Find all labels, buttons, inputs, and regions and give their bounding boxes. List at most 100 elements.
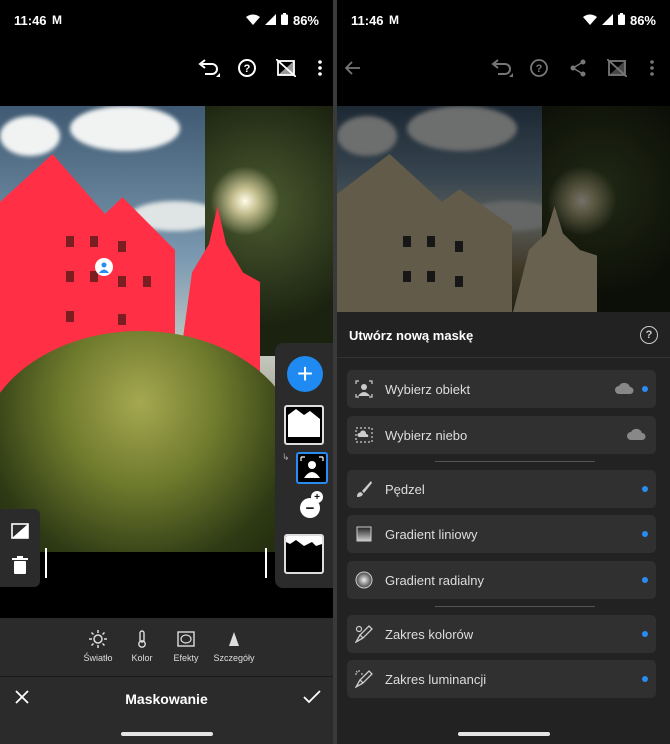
battery-percent: 86% xyxy=(629,13,656,28)
sun-icon xyxy=(75,628,121,650)
add-mask-button[interactable]: + xyxy=(287,356,323,392)
luminance-range-icon xyxy=(353,668,375,690)
tab-effects[interactable]: Efekty xyxy=(163,628,209,663)
mask-thumbnail-2[interactable] xyxy=(284,534,324,574)
more-icon[interactable] xyxy=(306,54,333,82)
svg-text:?: ? xyxy=(244,63,251,75)
status-icons: 86% xyxy=(245,13,319,28)
wifi-icon xyxy=(245,13,260,28)
gmail-icon: M xyxy=(389,13,399,27)
brush-icon xyxy=(353,478,375,500)
create-mask-sheet: Utwórz nową maskę ? Wybierz obiekt Wybie… xyxy=(337,312,670,744)
option-label: Zakres luminancji xyxy=(385,672,487,687)
battery-percent: 86% xyxy=(292,13,319,28)
trash-icon[interactable] xyxy=(9,554,31,576)
signal-icon xyxy=(264,13,276,28)
plus-icon: + xyxy=(296,358,314,389)
adjustment-tabs: Światło Kolor Efekty Szczegóły xyxy=(0,618,333,676)
top-toolbar: ? xyxy=(0,42,333,106)
tab-color[interactable]: Kolor xyxy=(119,628,165,663)
radial-gradient-icon xyxy=(353,569,375,591)
plus-small-icon: + xyxy=(314,491,320,503)
cloud-icon xyxy=(626,427,646,446)
mask-overlay-toggle-icon[interactable] xyxy=(9,520,31,542)
compare-off-icon[interactable] xyxy=(272,54,300,82)
compare-off-icon[interactable] xyxy=(603,54,631,82)
sublayer-arrow-icon: ↳ xyxy=(282,452,290,462)
new-indicator-dot xyxy=(642,386,648,392)
crop-handle-right[interactable] xyxy=(265,548,267,578)
battery-icon xyxy=(280,13,288,28)
tab-effects-label: Efekty xyxy=(173,653,199,663)
cloud-icon xyxy=(614,381,634,400)
new-indicator-dot xyxy=(642,676,648,682)
option-label: Zakres kolorów xyxy=(385,627,474,642)
linear-gradient-icon xyxy=(353,523,375,545)
gesture-nav-bar[interactable] xyxy=(120,732,213,736)
right-screen: 11:46 M 86% ? Utwórz nową maskę ? Wybier… xyxy=(337,0,670,744)
option-select-sky[interactable]: Wybierz niebo xyxy=(347,416,656,454)
option-linear-gradient[interactable]: Gradient liniowy xyxy=(347,515,656,553)
top-toolbar: ? xyxy=(337,42,670,106)
checkmark-icon[interactable] xyxy=(303,689,321,710)
triangle-icon xyxy=(211,628,257,650)
help-icon[interactable]: ? xyxy=(525,54,553,82)
share-icon[interactable] xyxy=(564,54,592,82)
new-indicator-dot xyxy=(642,531,648,537)
status-time: 11:46 xyxy=(14,13,47,28)
new-indicator-dot xyxy=(642,577,648,583)
vignette-icon xyxy=(163,628,209,650)
tab-color-label: Kolor xyxy=(131,653,153,663)
photo-canvas[interactable] xyxy=(337,106,670,312)
option-label: Pędzel xyxy=(385,482,425,497)
mask-component-select-subject[interactable] xyxy=(296,452,328,484)
status-bar: 11:46 M 86% xyxy=(337,0,670,42)
tab-detail-label: Szczegóły xyxy=(213,653,255,663)
option-select-subject[interactable]: Wybierz obiekt xyxy=(347,370,656,408)
add-submask-button[interactable]: + xyxy=(311,491,323,503)
section-divider xyxy=(435,461,595,462)
color-range-icon xyxy=(353,623,375,645)
option-label: Wybierz niebo xyxy=(385,428,468,443)
sheet-title: Utwórz nową maskę xyxy=(349,328,474,343)
option-luminance-range[interactable]: Zakres luminancji xyxy=(347,660,656,698)
sheet-header: Utwórz nową maskę ? xyxy=(337,312,670,358)
undo-icon[interactable] xyxy=(194,54,222,82)
option-label: Wybierz obiekt xyxy=(385,382,471,397)
select-subject-icon xyxy=(353,378,375,400)
thermometer-icon xyxy=(119,628,165,650)
undo-icon[interactable] xyxy=(487,54,515,82)
mask-pin-icon[interactable] xyxy=(95,258,113,276)
option-brush[interactable]: Pędzel xyxy=(347,470,656,508)
action-bar-title: Maskowanie xyxy=(125,691,208,707)
tab-light[interactable]: Światło xyxy=(75,628,121,663)
status-time: 11:46 xyxy=(351,13,384,28)
new-indicator-dot xyxy=(642,486,648,492)
new-indicator-dot xyxy=(642,631,648,637)
gesture-nav-bar[interactable] xyxy=(457,732,550,736)
section-divider xyxy=(435,606,595,607)
more-icon[interactable] xyxy=(638,54,666,82)
tab-light-label: Światło xyxy=(83,653,113,663)
tab-detail[interactable]: Szczegóły xyxy=(211,628,257,663)
status-bar: 11:46 M 86% xyxy=(0,0,333,42)
option-radial-gradient[interactable]: Gradient radialny xyxy=(347,561,656,599)
option-color-range[interactable]: Zakres kolorów xyxy=(347,615,656,653)
left-screen: 11:46 M 86% ? + ↳ − + Światło Kolor Efek… xyxy=(0,0,333,744)
svg-text:?: ? xyxy=(536,63,543,75)
crop-handle-left[interactable] xyxy=(45,548,47,578)
option-label: Gradient liniowy xyxy=(385,527,478,542)
select-sky-icon xyxy=(353,424,375,446)
option-label: Gradient radialny xyxy=(385,573,484,588)
wifi-icon xyxy=(582,13,597,28)
gmail-icon: M xyxy=(52,13,62,27)
back-arrow-icon[interactable] xyxy=(339,54,367,82)
help-icon[interactable]: ? xyxy=(640,326,658,344)
signal-icon xyxy=(601,13,613,28)
help-icon[interactable]: ? xyxy=(233,54,261,82)
mask-thumbnail-1[interactable] xyxy=(284,405,324,445)
side-tools xyxy=(0,509,40,587)
battery-icon xyxy=(617,13,625,28)
status-icons: 86% xyxy=(582,13,656,28)
action-bar: Maskowanie xyxy=(0,676,333,744)
